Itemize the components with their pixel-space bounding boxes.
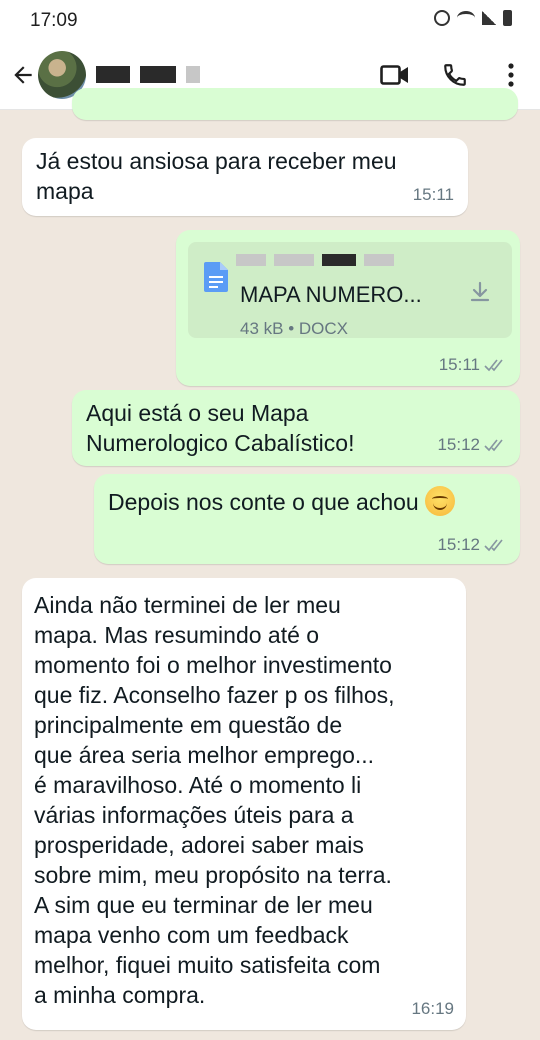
document-card[interactable]: MAPA NUMERO... 43 kB • DOCX (188, 242, 512, 338)
alarm-icon (434, 10, 450, 26)
message-line: mapa. Mas resumindo até o (34, 622, 320, 648)
message-line: Já estou ansiosa para receber meu (36, 148, 397, 174)
message-time: 15:11 (412, 185, 454, 204)
message-bubble-incoming[interactable]: Ainda não terminei de ler meu mapa. Mas … (22, 578, 466, 1030)
message-line: A sim que eu terminar de ler meu (34, 892, 373, 918)
message-bubble-outgoing[interactable]: Depois nos conte o que achou 15:12 (94, 474, 520, 564)
message-line: várias informações úteis para a (34, 802, 354, 828)
message-line: Numerologico Cabalístico! (86, 430, 355, 456)
message-text: Aqui está o seu Mapa Numerologico Cabalí… (86, 398, 354, 458)
message-meta: 16:19 (411, 994, 454, 1024)
read-ticks-icon (484, 539, 503, 552)
message-bubble-document[interactable]: MAPA NUMERO... 43 kB • DOCX 15:11 (176, 230, 520, 386)
message-line: que fiz. Aconselho fazer p os filhos, (34, 682, 395, 708)
read-ticks-icon (484, 359, 503, 372)
message-meta: 15:12 (437, 530, 506, 560)
message-line: mapa venho com um feedback (34, 922, 349, 948)
message-line: a minha compra. (34, 982, 206, 1008)
message-meta: 15:11 (439, 350, 506, 380)
message-line: momento foi o melhor investimento (34, 652, 392, 678)
redaction-block (186, 66, 200, 83)
message-line: sobre mim, meu propósito na terra. (34, 862, 392, 888)
status-icons (434, 10, 512, 26)
document-file-icon (204, 262, 228, 292)
arrow-left-icon[interactable] (10, 62, 36, 88)
message-line: que área seria melhor emprego... (34, 742, 375, 768)
phone-icon[interactable] (442, 62, 468, 88)
document-name: MAPA NUMERO... (240, 282, 422, 307)
redaction-block (140, 66, 176, 83)
video-call-icon[interactable] (380, 64, 410, 86)
wifi-icon (457, 11, 475, 25)
message-line: prosperidade, adorei saber mais (34, 832, 364, 858)
smiling-face-icon (424, 486, 455, 516)
status-bar: 17:09 (0, 0, 540, 42)
message-line: Aqui está o seu Mapa (86, 400, 309, 426)
status-time: 17:09 (30, 10, 78, 31)
redaction-block (322, 254, 356, 266)
battery-icon (503, 10, 512, 26)
document-info: 43 kB • DOCX (240, 319, 348, 338)
message-line: é maravilhoso. Até o momento li (34, 772, 362, 798)
message-text: Ainda não terminei de ler meu mapa. Mas … (34, 590, 395, 1010)
message-text: Depois nos conte o que achou (108, 486, 455, 517)
more-vert-icon[interactable] (503, 62, 519, 88)
redaction-block (236, 254, 266, 266)
message-bubble-partial (72, 88, 518, 120)
message-meta: 15:11 (413, 180, 454, 210)
contact-name-redacted[interactable] (96, 66, 200, 83)
read-ticks-icon (484, 439, 503, 452)
redaction-block (96, 66, 130, 83)
download-icon[interactable] (468, 280, 492, 304)
message-bubble-outgoing[interactable]: Aqui está o seu Mapa Numerologico Cabalí… (72, 390, 520, 466)
message-line: mapa (36, 178, 94, 204)
message-bubble-incoming[interactable]: Já estou ansiosa para receber meu mapa 1… (22, 138, 468, 216)
redaction-block (274, 254, 314, 266)
message-line: melhor, fiquei muito satisfeita com (34, 952, 381, 978)
message-line: Ainda não terminei de ler meu (34, 592, 341, 618)
message-time: 15:11 (438, 355, 480, 374)
message-time: 15:12 (437, 535, 480, 554)
redaction-block (364, 254, 394, 266)
message-line: principalmente em questão de (34, 712, 343, 738)
message-meta: 15:12 (437, 430, 506, 460)
message-text: Já estou ansiosa para receber meu mapa (36, 146, 397, 206)
chat-area[interactable]: Já estou ansiosa para receber meu mapa 1… (0, 88, 540, 1040)
document-title-redacted (236, 254, 394, 266)
signal-icon (482, 11, 496, 25)
message-time: 16:19 (411, 999, 454, 1018)
message-line: Depois nos conte o que achou (108, 489, 419, 515)
message-time: 15:12 (437, 435, 480, 454)
